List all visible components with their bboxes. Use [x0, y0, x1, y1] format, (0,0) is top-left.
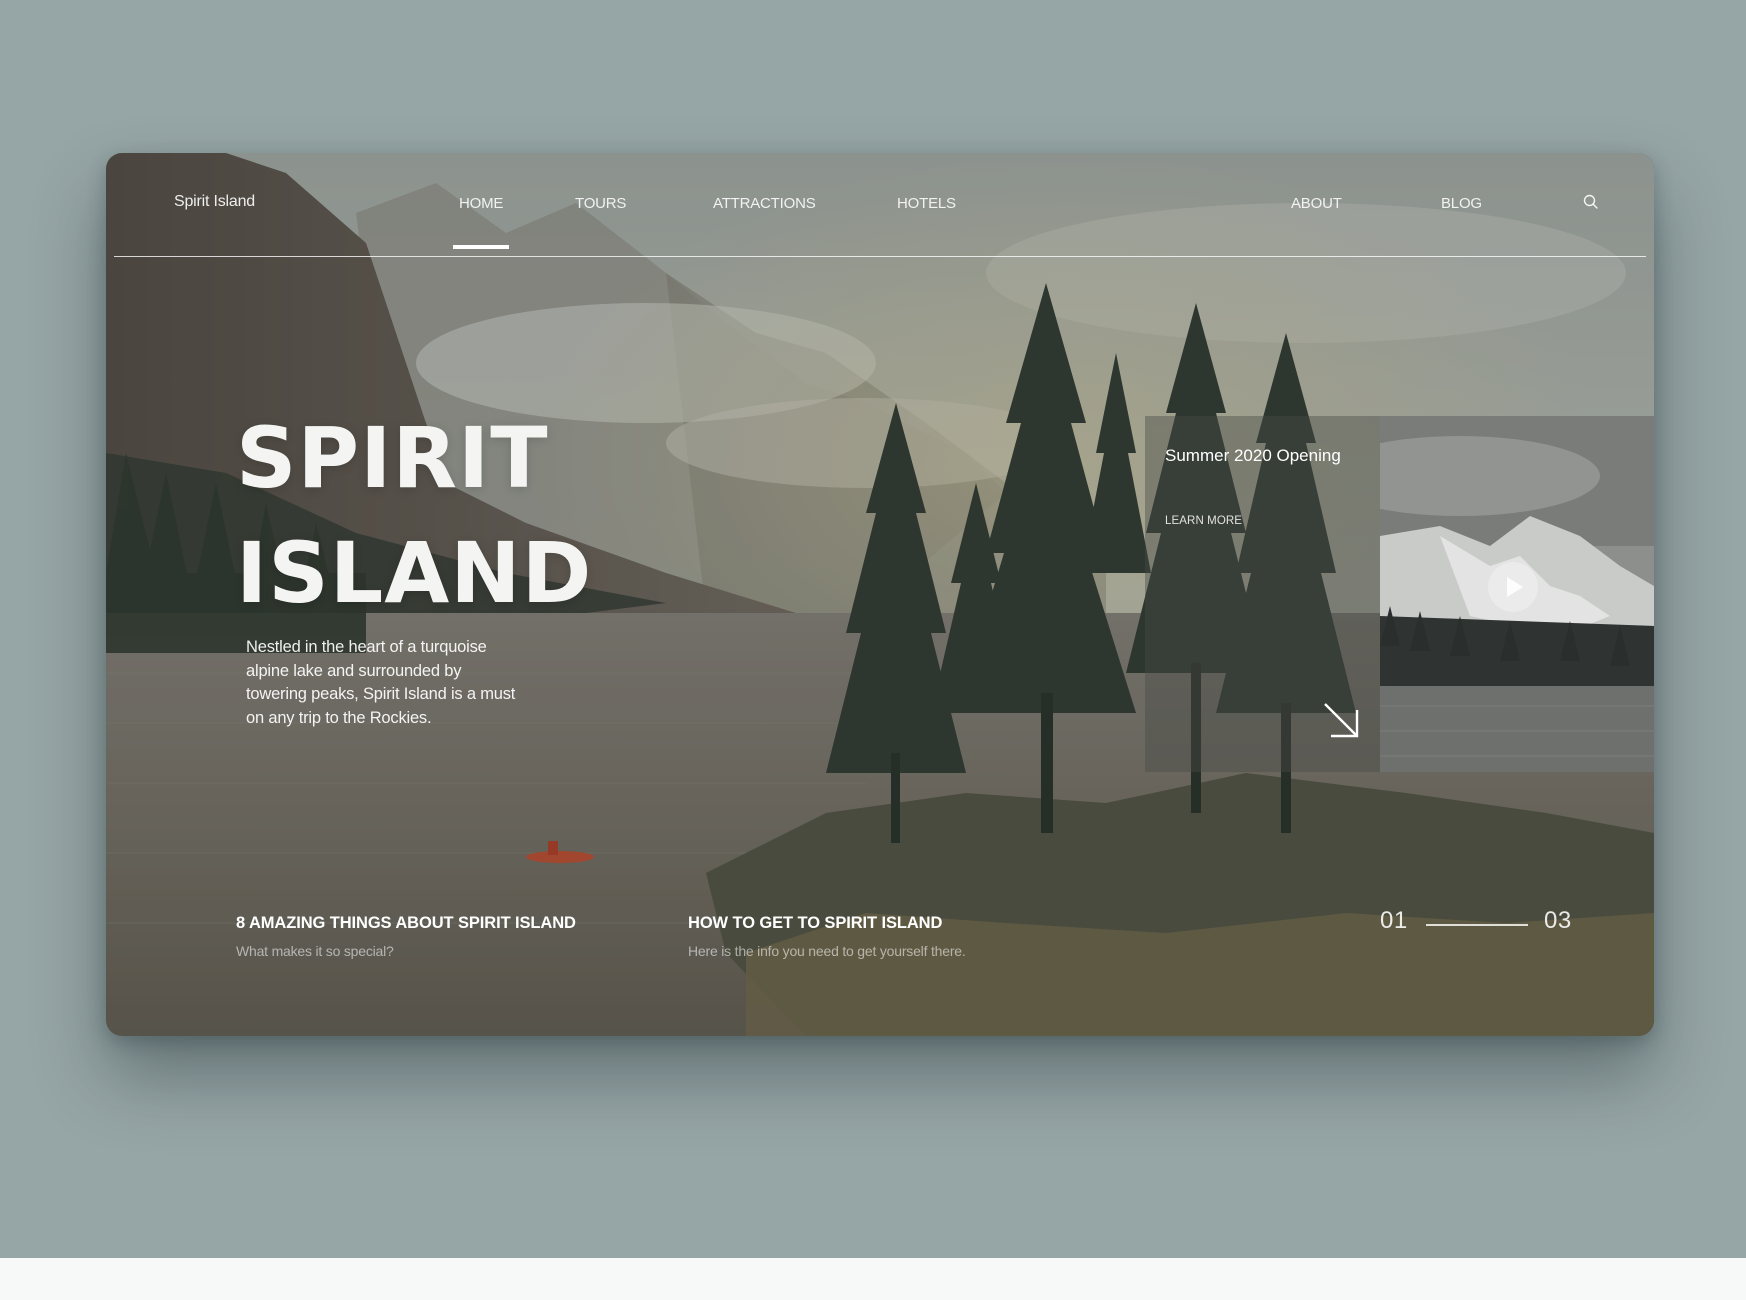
article-subtitle: Here is the info you need to get yoursel… [688, 943, 966, 959]
hero-title-line-2: ISLAND [236, 524, 593, 622]
nav-item-about[interactable]: ABOUT [1291, 195, 1342, 212]
article-subtitle: What makes it so special? [236, 943, 394, 959]
play-icon [1507, 577, 1523, 597]
learn-more-link[interactable]: LEARN MORE [1165, 515, 1242, 527]
article-title: 8 AMAZING THINGS ABOUT SPIRIT ISLAND [236, 914, 576, 932]
search-icon[interactable] [1582, 193, 1600, 211]
nav-divider [114, 256, 1646, 257]
hero-title-line-1: SPIRIT [236, 409, 549, 507]
hero-description: Nestled in the heart of a turquoise alpi… [246, 638, 516, 727]
slide-pager: 01 03 [1380, 907, 1592, 941]
pager-total[interactable]: 03 [1544, 907, 1572, 935]
nav-item-hotels[interactable]: HOTELS [897, 195, 956, 212]
website-mockup: Spirit Island HOME TOURS ATTRACTIONS HOT… [106, 153, 1654, 1036]
article-link-1[interactable]: 8 AMAZING THINGS ABOUT SPIRIT ISLAND Wha… [236, 914, 576, 959]
feature-panel: Summer 2020 Opening LEARN MORE [1145, 416, 1380, 772]
site-logo[interactable]: Spirit Island [174, 193, 255, 211]
nav-item-tours[interactable]: TOURS [575, 195, 626, 212]
article-link-2[interactable]: HOW TO GET TO SPIRIT ISLAND Here is the … [688, 914, 966, 959]
arrow-down-right-icon[interactable] [1319, 698, 1363, 742]
play-button[interactable] [1488, 562, 1538, 612]
nav-item-attractions[interactable]: ATTRACTIONS [713, 195, 816, 212]
nav-item-blog[interactable]: BLOG [1441, 195, 1482, 212]
pager-current[interactable]: 01 [1380, 907, 1408, 935]
top-navigation: Spirit Island HOME TOURS ATTRACTIONS HOT… [106, 153, 1654, 257]
nav-item-home[interactable]: HOME [452, 195, 510, 249]
bottom-strip [0, 1258, 1746, 1300]
hero-title: SPIRIT ISLAND [236, 401, 592, 631]
feature-title: Summer 2020 Opening [1165, 446, 1341, 465]
pager-progress-line [1426, 924, 1528, 926]
article-title: HOW TO GET TO SPIRIT ISLAND [688, 914, 943, 932]
